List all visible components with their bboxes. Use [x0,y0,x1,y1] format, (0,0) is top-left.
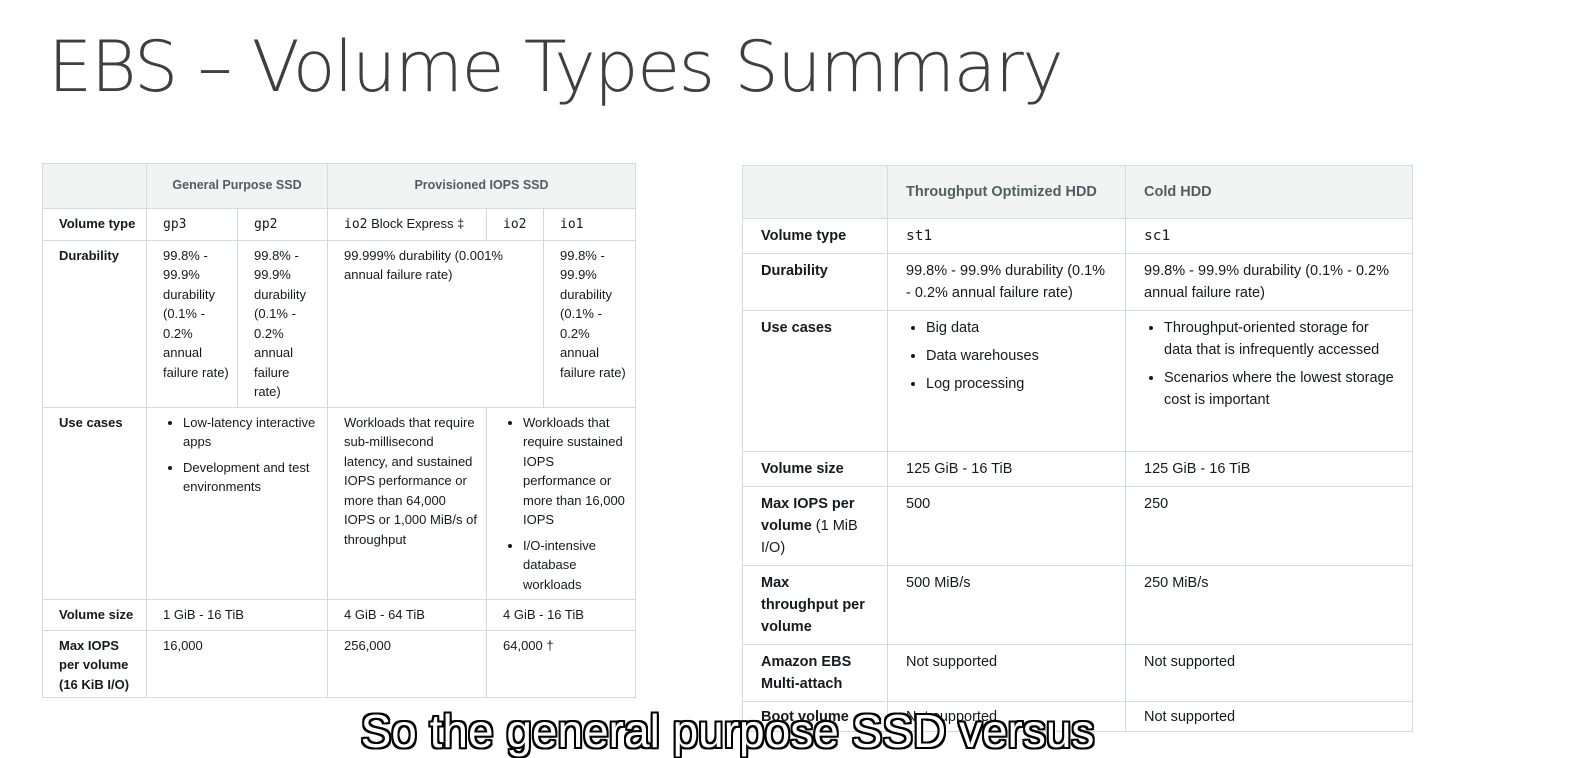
io2be-code: io2 [344,217,368,232]
table-row: Volume size 1 GiB - 16 TiB 4 GiB - 64 Ti… [42,599,637,631]
table-row: Use cases Big data Data warehouses Log p… [742,310,1413,452]
cell-gp2-type: gp2 [237,208,328,241]
cell-sc1-multi-attach: Not supported [1125,644,1413,702]
st1-code: st1 [906,228,933,244]
table-row: Volume size 125 GiB - 16 TiB 125 GiB - 1… [742,451,1413,487]
cell-io2-block-express-type: io2 Block Express ‡ [327,208,487,241]
max-iops-label-text: Max IOPS per volume (16 KiB I/O) [59,637,130,692]
table-row: Max throughput per volume 500 MiB/s 250 … [742,565,1413,645]
cell-gp3-type: gp3 [146,208,238,241]
io1-code: io1 [560,217,584,232]
row-label-volume-size: Volume size [742,451,888,487]
cell-gp-max-iops: 16,000 [146,629,328,698]
table-header-row: General Purpose SSD Provisioned IOPS SSD [42,163,637,209]
cell-io2-type: io2 [486,208,544,241]
io2-code: io2 [503,217,527,232]
table-row: Volume type st1 sc1 [742,218,1413,254]
sc1-code: sc1 [1144,228,1171,244]
cell-st1-type: st1 [887,218,1126,254]
slide-title: EBS – Volume Types Summary [48,26,1064,108]
cell-io-volume-size: 4 GiB - 16 TiB [485,599,637,631]
gp-use-case-list: Low-latency interactive apps Development… [163,413,319,497]
gp3-code: gp3 [163,217,187,232]
header-throughput-optimized-hdd: Throughput Optimized HDD [887,165,1126,219]
cell-sc1-durability: 99.8% - 99.9% durability (0.1% - 0.2% an… [1125,253,1413,311]
st1-use-case-list: Big data Data warehouses Log processing [906,317,1107,395]
cell-io-use-cases: Workloads that require sustained IOPS pe… [485,406,637,600]
cell-st1-multi-attach: Not supported [887,644,1126,702]
header-empty-cell [742,165,888,219]
cell-gp-volume-size: 1 GiB - 16 TiB [146,599,328,631]
table-row: Max IOPS per volume (1 MiB I/O) 500 250 [742,486,1413,566]
header-provisioned-iops-ssd: Provisioned IOPS SSD [326,163,637,209]
list-item: Low-latency interactive apps [183,413,319,452]
cell-io2-durability: 99.999% durability (0.001% annual failur… [327,239,544,408]
io2be-suffix: Block Express ‡ [367,216,465,231]
cell-st1-max-throughput: 500 MiB/s [887,565,1126,645]
cell-io-max-iops: 64,000 † [485,629,637,698]
cell-io1-durability: 99.8% - 99.9% durability (0.1% - 0.2% an… [542,239,637,408]
video-subtitle: So the general purpose SSD versus [360,705,1095,757]
list-item: Development and test environments [183,458,319,497]
list-item: I/O-intensive database workloads [523,536,627,595]
cell-gp2-durability: 99.8% - 99.9% durability (0.1% - 0.2% an… [237,239,328,408]
row-label-volume-type: Volume type [42,208,147,241]
row-label-durability: Durability [42,239,147,408]
header-general-purpose-ssd: General Purpose SSD [146,163,328,209]
hdd-volume-table: Throughput Optimized HDD Cold HDD Volume… [742,165,1413,732]
row-label-volume-type: Volume type [742,218,888,254]
io-use-case-list: Workloads that require sustained IOPS pe… [503,413,627,595]
cell-io2be-use-cases: Workloads that require sub-millisecond l… [327,406,487,600]
row-label-multi-attach: Amazon EBS Multi-attach [742,644,888,702]
table-row: Use cases Low-latency interactive apps D… [42,406,637,600]
row-label-use-cases: Use cases [42,406,147,600]
cell-sc1-type: sc1 [1125,218,1413,254]
cell-st1-durability: 99.8% - 99.9% durability (0.1% - 0.2% an… [887,253,1126,311]
cell-sc1-volume-size: 125 GiB - 16 TiB [1125,451,1413,487]
table-row: Durability 99.8% - 99.9% durability (0.1… [742,253,1413,311]
list-item: Workloads that require sustained IOPS pe… [523,413,627,530]
sc1-use-case-list: Throughput-oriented storage for data tha… [1144,317,1394,411]
cell-st1-volume-size: 125 GiB - 16 TiB [887,451,1126,487]
row-label-use-cases: Use cases [742,310,888,452]
cell-gp-use-cases: Low-latency interactive apps Development… [146,406,328,600]
cell-gp3-durability: 99.8% - 99.9% durability (0.1% - 0.2% an… [146,239,238,408]
row-label-volume-size: Volume size [42,599,147,631]
cell-io2be-volume-size: 4 GiB - 64 TiB [327,599,487,631]
list-item: Scenarios where the lowest storage cost … [1164,367,1394,411]
cell-sc1-max-throughput: 250 MiB/s [1125,565,1413,645]
table-row: Volume type gp3 gp2 io2 Block Express ‡ … [42,208,637,241]
list-item: Log processing [926,373,1107,395]
row-label-durability: Durability [742,253,888,311]
cell-sc1-use-cases: Throughput-oriented storage for data tha… [1125,310,1413,452]
row-label-max-throughput: Max throughput per volume [742,565,888,645]
table-row: Durability 99.8% - 99.9% durability (0.1… [42,239,637,408]
gp2-code: gp2 [254,217,278,232]
table-header-row: Throughput Optimized HDD Cold HDD [742,165,1413,219]
cell-st1-max-iops: 500 [887,486,1126,566]
list-item: Throughput-oriented storage for data tha… [1164,317,1394,361]
cell-st1-use-cases: Big data Data warehouses Log processing [887,310,1126,452]
list-item: Big data [926,317,1107,339]
row-label-max-iops: Max IOPS per volume (1 MiB I/O) [742,486,888,566]
cell-io1-type: io1 [542,208,637,241]
cell-io2be-max-iops: 256,000 [327,629,487,698]
table-row: Max IOPS per volume (16 KiB I/O) 16,000 … [42,629,637,698]
row-label-max-iops: Max IOPS per volume (16 KiB I/O) [42,629,147,698]
table-row: Amazon EBS Multi-attach Not supported No… [742,644,1413,702]
list-item: Data warehouses [926,345,1107,367]
ssd-volume-table: General Purpose SSD Provisioned IOPS SSD… [42,163,637,698]
cell-sc1-max-iops: 250 [1125,486,1413,566]
header-cold-hdd: Cold HDD [1125,165,1413,219]
header-empty-cell [42,163,147,209]
